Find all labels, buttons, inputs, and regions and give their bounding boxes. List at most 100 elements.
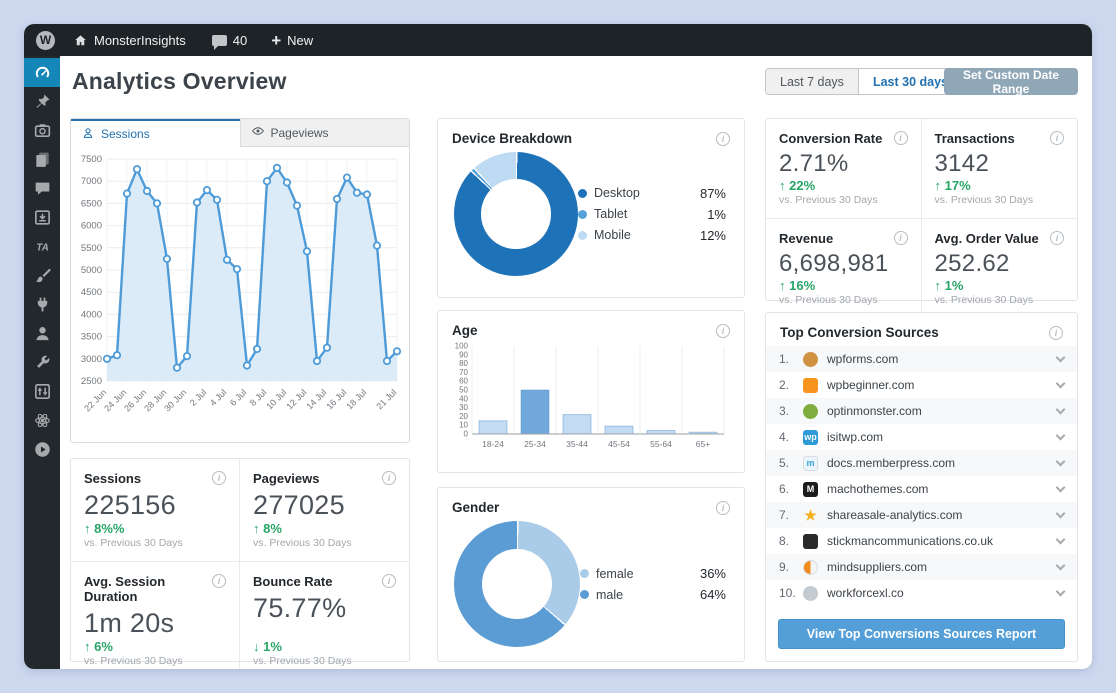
tab-pageviews[interactable]: Pageviews (239, 119, 409, 147)
kpi-compare: vs. Previous 30 Days (779, 294, 878, 306)
source-row-docs-memberpress-com[interactable]: 5. m docs.memberpress.com (766, 450, 1077, 476)
info-icon[interactable]: i (1049, 325, 1063, 340)
wpbeginner-favicon (803, 377, 818, 393)
chevron-down-icon[interactable] (1055, 378, 1066, 388)
sidebar-item-pages-icon[interactable] (24, 145, 60, 174)
device-donut-chart (454, 152, 578, 276)
new-label: New (287, 32, 314, 48)
age-title: Age (452, 323, 478, 338)
arrow-up-icon: ↑ (934, 178, 942, 193)
chevron-down-icon[interactable] (1055, 586, 1066, 596)
source-domain: docs.memberpress.com (827, 456, 956, 470)
admin-bar-comments[interactable]: 40 (211, 33, 247, 50)
source-row-shareasale-analytics-com[interactable]: 7. ★ shareasale-analytics.com (766, 502, 1077, 528)
info-icon[interactable]: i (716, 323, 730, 338)
source-row-stickmancommunications-co-uk[interactable]: 8. stickmancommunications.co.uk (766, 528, 1077, 554)
legend-item-tablet[interactable]: Tablet 1% (578, 207, 726, 222)
svg-text:60: 60 (459, 377, 468, 386)
sessions-line-chart: 2500 3000 3500 4000 4500 5000 5500 6000 6500 7000… (71, 147, 409, 446)
chevron-down-icon[interactable] (1055, 534, 1066, 544)
info-icon[interactable]: i (382, 471, 396, 485)
admin-bar-site-link[interactable]: MonsterInsights (73, 33, 186, 48)
svg-text:21 Jul: 21 Jul (374, 387, 398, 411)
source-rank: 10. (779, 586, 796, 600)
chevron-down-icon[interactable] (1055, 482, 1066, 492)
info-icon[interactable]: i (1050, 131, 1064, 145)
svg-text:18-24: 18-24 (482, 439, 504, 449)
range-button-last-7-days[interactable]: Last 7 days (766, 69, 858, 94)
info-icon[interactable]: i (716, 131, 730, 146)
sidebar-item-media-icon[interactable] (24, 116, 60, 145)
chevron-down-icon[interactable] (1055, 404, 1066, 414)
kpi-label: Pageviews (253, 471, 320, 486)
svg-text:6 Jul: 6 Jul (228, 387, 249, 408)
view-top-conversions-report-button[interactable]: View Top Conversions Sources Report (778, 619, 1065, 649)
sidebar-item-pushpin-icon[interactable] (24, 87, 60, 116)
source-rank: 2. (779, 378, 790, 392)
gender-legend: female 36% male 64% (580, 560, 726, 608)
svg-text:55-64: 55-64 (650, 439, 672, 449)
sidebar-item-ta-icon[interactable]: TA (24, 232, 60, 261)
sidebar-item-wrench-icon[interactable] (24, 348, 60, 377)
svg-text:10 Jul: 10 Jul (264, 387, 288, 411)
sidebar-item-atom-icon[interactable] (24, 406, 60, 435)
legend-item-male[interactable]: male 64% (580, 587, 726, 602)
sidebar-item-play-icon[interactable] (24, 435, 60, 464)
wordpress-logo-icon[interactable]: W (36, 30, 55, 50)
info-icon[interactable]: i (212, 471, 226, 485)
legend-dot-icon (580, 569, 589, 578)
kpi-compare: vs. Previous 30 Days (84, 655, 183, 667)
info-icon[interactable]: i (212, 574, 226, 588)
kpi-label: Sessions (84, 471, 142, 486)
info-icon[interactable]: i (893, 131, 908, 145)
sidebar-item-gauge-icon[interactable] (24, 58, 60, 87)
mindsuppliers-favicon (803, 559, 818, 575)
kpi-delta: ↑ 8%% (84, 521, 125, 536)
person-icon (81, 126, 95, 143)
kpi-compare: vs. Previous 30 Days (253, 537, 352, 549)
tab-sessions[interactable]: Sessions (71, 119, 240, 147)
svg-text:30 Jun: 30 Jun (162, 387, 188, 413)
svg-text:0: 0 (464, 430, 469, 439)
info-icon[interactable]: i (1050, 231, 1064, 245)
svg-text:35-44: 35-44 (566, 439, 588, 449)
legend-item-female[interactable]: female 36% (580, 566, 726, 581)
chevron-down-icon[interactable] (1055, 456, 1066, 466)
source-row-workforcexl-co[interactable]: 10. workforcexl.co (766, 580, 1077, 606)
source-row-mindsuppliers-com[interactable]: 9. mindsuppliers.com (766, 554, 1077, 580)
sidebar-item-paintbrush-icon[interactable] (24, 261, 60, 290)
source-row-machothemes-com[interactable]: 6. Mmachothemes.com (766, 476, 1077, 502)
legend-item-desktop[interactable]: Desktop 87% (578, 186, 726, 201)
sidebar-item-sliders-icon[interactable] (24, 377, 60, 406)
arrow-up-icon: ↑ (84, 521, 91, 536)
source-row-optinmonster-com[interactable]: 3. optinmonster.com (766, 398, 1077, 424)
kpi-delta: ↑ 6% (84, 639, 113, 654)
source-rank: 1. (779, 352, 790, 366)
comment-bubble-icon (211, 34, 227, 50)
chevron-down-icon[interactable] (1055, 352, 1066, 362)
globe-favicon (803, 585, 818, 601)
sidebar-item-user-icon[interactable] (24, 319, 60, 348)
source-row-wpforms-com[interactable]: 1. wpforms.com (766, 346, 1077, 372)
arrow-down-icon: ↓ (253, 639, 260, 654)
info-icon[interactable]: i (382, 574, 396, 588)
admin-bar-new-button[interactable]: + New (271, 32, 313, 49)
svg-text:65+: 65+ (696, 439, 710, 449)
sidebar-item-plug-icon[interactable] (24, 290, 60, 319)
source-rank: 4. (779, 430, 790, 444)
set-custom-date-range-button[interactable]: Set Custom Date Range (944, 68, 1078, 96)
legend-item-mobile[interactable]: Mobile 12% (578, 228, 726, 243)
source-row-isitwp-com[interactable]: 4. wp isitwp.com (766, 424, 1077, 450)
sidebar-item-comments-icon[interactable] (24, 174, 60, 203)
info-icon[interactable]: i (716, 500, 730, 515)
chevron-down-icon[interactable] (1055, 560, 1066, 570)
wpforms-favicon (803, 351, 818, 367)
info-icon[interactable]: i (893, 231, 908, 245)
sidebar-item-download-icon[interactable] (24, 203, 60, 232)
source-row-wpbeginner-com[interactable]: 2. wpbeginner.com (766, 372, 1077, 398)
chevron-down-icon[interactable] (1055, 508, 1066, 518)
age-chart-card: Age i 0 10 20 30 40 50 60 70 80 90 100 18-24 25-34 35… (437, 310, 745, 473)
chevron-down-icon[interactable] (1055, 430, 1066, 440)
analytics-overview-page: Analytics Overview Last 7 days Last 30 da… (60, 56, 1092, 669)
sessions-chart-card: Sessions Pageviews 2500 3000 3500 4000 4500 50… (70, 118, 410, 443)
